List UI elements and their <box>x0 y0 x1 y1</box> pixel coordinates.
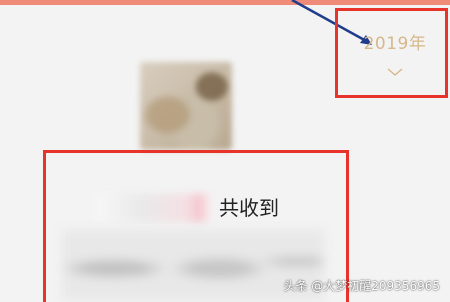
avatar <box>140 62 232 150</box>
top-banner-bar <box>0 0 450 5</box>
annotation-highlight-year <box>335 8 448 98</box>
watermark: 头条 @大梦初醒209356965 <box>283 279 440 293</box>
